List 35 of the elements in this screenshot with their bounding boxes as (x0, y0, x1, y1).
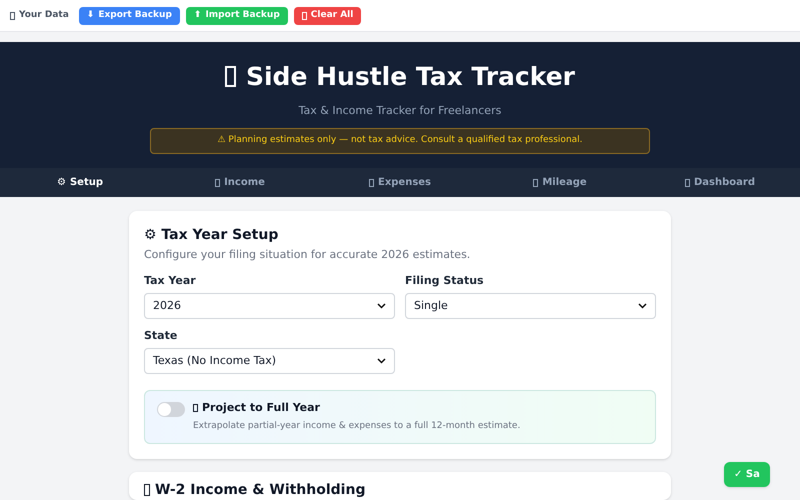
select-field[interactable]: 2026 (144, 293, 395, 319)
nav-tab[interactable]: Dashboard (640, 168, 800, 197)
toolbar-button[interactable]: Clear All (294, 6, 362, 24)
nav-tab[interactable]: ⚙ Setup (0, 168, 160, 197)
select-field[interactable]: Single (405, 293, 656, 319)
chevron-down-icon (377, 358, 386, 364)
missing-glyph-icon (10, 12, 15, 20)
nav-tab[interactable]: Mileage (480, 168, 640, 197)
nav-tab[interactable]: Income (160, 168, 320, 197)
toggle-switch[interactable] (157, 402, 185, 417)
card-description: Configure your filing situation for accurate 2026 estimates. (144, 248, 472, 262)
missing-glyph-icon (144, 484, 150, 496)
app-subtitle: Tax & Income Tracker for Freelancers (298, 103, 502, 119)
toolbar-button[interactable]: ⬇ Export Backup (78, 6, 180, 24)
missing-glyph-icon (215, 178, 220, 186)
select-field[interactable]: Texas (No Income Tax) (144, 348, 395, 374)
missing-glyph-icon (302, 12, 307, 20)
chevron-down-icon (377, 303, 386, 309)
disclaimer-banner: ⚠ Planning estimates only — not tax advice. Consult a qualified tax professional. (150, 128, 650, 154)
field-label: Filing Status (405, 274, 485, 287)
missing-glyph-icon (193, 404, 198, 412)
chevron-down-icon (638, 303, 647, 309)
projection-title: Project to Full Year (193, 401, 520, 415)
toolbar-label: Your Data (10, 8, 69, 22)
field-label: State (144, 329, 178, 342)
missing-glyph-icon (533, 178, 538, 186)
app-title: Side Hustle Tax Tracker (224, 64, 575, 89)
missing-glyph-icon (368, 178, 374, 186)
missing-glyph-icon (224, 66, 236, 87)
field-label: Tax Year (144, 274, 197, 287)
projection-description: Extrapolate partial-year income & expenses to a full 12-month estimate. (193, 420, 520, 433)
card-title: W-2 Income & Withholding (144, 481, 656, 499)
nav-tab[interactable]: Expenses (320, 168, 480, 197)
missing-glyph-icon (685, 178, 690, 186)
card-title: ⚙ Tax Year Setup (144, 226, 280, 244)
